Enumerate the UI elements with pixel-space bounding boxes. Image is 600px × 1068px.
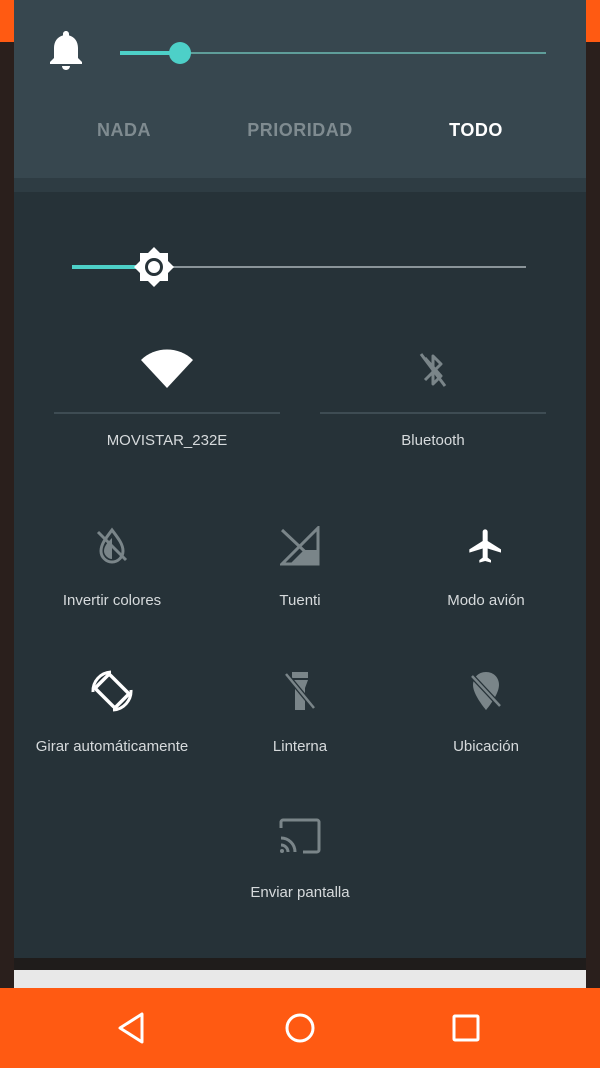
wifi-icon (141, 349, 193, 388)
back-icon[interactable] (106, 1002, 158, 1054)
recents-icon[interactable] (440, 1002, 492, 1054)
tile-bluetooth[interactable]: Bluetooth (320, 340, 546, 460)
tile-bluetooth-label: Bluetooth (401, 432, 465, 449)
tile-flashlight[interactable]: Linterna (218, 664, 382, 764)
tile-cast-screen-label: Enviar pantalla (250, 884, 350, 901)
tile-invert-colors[interactable]: Invertir colores (30, 520, 194, 620)
volume-panel (14, 0, 586, 178)
tab-prioridad[interactable]: PRIORIDAD (230, 120, 370, 144)
bluetooth-off-icon (419, 353, 447, 387)
cast-icon (279, 818, 321, 854)
tile-wifi-label: MOVISTAR_232E (106, 432, 228, 449)
tile-wifi[interactable]: MOVISTAR_232E (54, 340, 280, 460)
tile-tuenti[interactable]: Tuenti (218, 520, 382, 620)
background-right (586, 42, 600, 988)
tile-auto-rotate[interactable]: Girar automáticamente (30, 664, 194, 764)
flashlight-off-icon (284, 672, 316, 710)
volume-slider-thumb[interactable] (168, 42, 191, 64)
brightness-thumb-icon[interactable] (133, 246, 175, 288)
tab-nada[interactable]: NADA (64, 120, 184, 144)
tile-location-label: Ubicación (453, 738, 519, 755)
location-off-icon (470, 672, 502, 710)
tile-flashlight-label: Linterna (272, 738, 328, 755)
invert-colors-off-icon (96, 527, 128, 564)
home-icon[interactable] (274, 1002, 326, 1054)
tab-todo[interactable]: TODO (416, 120, 536, 144)
bluetooth-divider (320, 412, 546, 414)
tile-airplane-mode-label: Modo avión (447, 592, 525, 609)
tile-auto-rotate-label: Girar automáticamente (35, 738, 189, 755)
airplane-icon (469, 529, 501, 563)
panel-divider (14, 178, 586, 192)
notification-card-edge (14, 970, 586, 990)
cellular-off-icon (280, 526, 320, 566)
auto-rotate-icon (91, 670, 133, 712)
navigation-bar (0, 988, 600, 1068)
tile-airplane-mode[interactable]: Modo avión (404, 520, 568, 620)
background-left (0, 42, 14, 988)
bell-icon[interactable] (42, 28, 90, 76)
tile-location[interactable]: Ubicación (404, 664, 568, 764)
tile-cast-screen[interactable]: Enviar pantalla (218, 812, 382, 912)
wifi-divider (54, 412, 280, 414)
tile-invert-colors-label: Invertir colores (62, 592, 162, 609)
panel-bottom-edge (14, 958, 586, 970)
tile-tuenti-label: Tuenti (279, 592, 321, 609)
